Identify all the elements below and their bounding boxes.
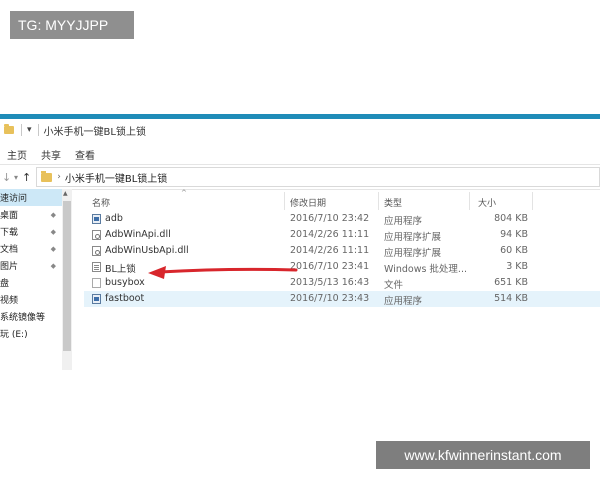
batch-file-icon — [92, 262, 101, 272]
column-headers: ^ 名称 修改日期 类型 大小 — [84, 189, 600, 211]
tab-view[interactable]: 查看 — [68, 147, 102, 162]
file-type: Windows 批处理... — [384, 264, 467, 275]
column-header-date[interactable]: 修改日期 — [290, 196, 326, 209]
title-divider — [37, 124, 39, 136]
column-divider[interactable] — [469, 192, 470, 210]
breadcrumb-current-folder[interactable]: 小米手机一键BL锁上锁 — [65, 170, 167, 185]
column-header-size[interactable]: 大小 — [478, 196, 496, 209]
sort-ascending-icon: ^ — [181, 189, 187, 197]
pin-icon: ◆ — [50, 261, 56, 270]
nav-item-label: 视频 — [0, 296, 19, 306]
folder-icon — [41, 170, 53, 182]
file-name: AdbWinUsbApi.dll — [105, 245, 189, 256]
nav-item-label: 桌面 — [0, 211, 19, 221]
file-date: 2013/5/13 16:43 — [290, 277, 370, 288]
column-divider[interactable] — [284, 192, 285, 210]
address-row: ↓ ▾ ↑ › 小米手机一键BL锁上锁 — [0, 165, 600, 190]
file-list: ^ 名称 修改日期 类型 大小 adb 2016/7/10 23:42 应用程序… — [84, 189, 600, 370]
column-divider[interactable] — [532, 192, 533, 210]
quick-access-dropdown-icon[interactable]: ▾ — [27, 125, 32, 135]
tab-share[interactable]: 共享 — [34, 147, 68, 162]
file-type: 应用程序 — [384, 216, 423, 227]
file-type: 应用程序扩展 — [384, 232, 442, 243]
file-date: 2014/2/26 11:11 — [290, 229, 370, 240]
file-size: 3 KB — [506, 261, 528, 272]
nav-item-label: 盘 — [0, 279, 10, 289]
file-size: 804 KB — [494, 213, 528, 224]
nav-item-label: 图片 — [0, 262, 19, 272]
up-arrow-icon[interactable]: ↑ — [22, 171, 31, 184]
pin-icon: ◆ — [50, 210, 56, 219]
tab-home[interactable]: 主页 — [0, 147, 34, 162]
file-row-adbwinusbapi[interactable]: AdbWinUsbApi.dll 2014/2/26 11:11 应用程序扩展 … — [84, 243, 600, 259]
file-type: 应用程序 — [384, 296, 423, 307]
title-divider — [21, 124, 22, 136]
watermark-text: www.kfwinnerinstant.com — [404, 447, 562, 463]
navigation-pane: 速访问 桌面 ◆ 下载 ◆ 文档 ◆ 图片 ◆ 盘 视频 系统镜像等 玩 (E:… — [0, 189, 72, 370]
file-size: 94 KB — [500, 229, 528, 240]
dll-file-icon — [92, 230, 101, 240]
file-type: 文件 — [384, 280, 404, 291]
file-size: 514 KB — [494, 293, 528, 304]
nav-item-label: 文档 — [0, 245, 19, 255]
scrollbar-thumb[interactable] — [63, 201, 71, 351]
nav-item-label: 系统镜像等 — [0, 313, 46, 323]
file-explorer-window: ▾ 小米手机一键BL锁上锁 主页 共享 查看 ↓ ▾ ↑ › 小米手机一键BL锁… — [0, 114, 600, 370]
nav-item-label: 玩 (E:) — [0, 330, 28, 340]
file-row-busybox[interactable]: busybox 2013/5/13 16:43 文件 651 KB — [84, 275, 600, 291]
file-date: 2014/2/26 11:11 — [290, 245, 370, 256]
recent-locations-chevron-icon[interactable]: ▾ — [14, 173, 18, 182]
nav-item-label: 下载 — [0, 228, 19, 238]
nav-item-label: 速访问 — [0, 194, 28, 204]
file-date: 2016/7/10 23:43 — [290, 293, 370, 304]
window-title: 小米手机一键BL锁上锁 — [43, 126, 146, 138]
file-name: AdbWinApi.dll — [105, 229, 171, 240]
file-name: adb — [105, 213, 123, 224]
tg-badge: TG: MYYJJPP — [10, 11, 134, 39]
file-size: 651 KB — [494, 277, 528, 288]
file-name: fastboot — [105, 293, 145, 304]
pin-icon: ◆ — [50, 227, 56, 236]
ribbon-tabs: 主页 共享 查看 — [0, 144, 600, 165]
breadcrumb-separator-icon[interactable]: › — [57, 172, 61, 182]
file-row-adbwinapi[interactable]: AdbWinApi.dll 2014/2/26 11:11 应用程序扩展 94 … — [84, 227, 600, 243]
folder-icon — [4, 124, 14, 134]
column-divider[interactable] — [378, 192, 379, 210]
file-row-bl-lock[interactable]: BL上锁 2016/7/10 23:41 Windows 批处理... 3 KB — [84, 259, 600, 275]
title-bar: ▾ 小米手机一键BL锁上锁 — [0, 119, 600, 141]
column-header-name[interactable]: 名称 — [92, 196, 110, 209]
file-type: 应用程序扩展 — [384, 248, 442, 259]
file-row-adb[interactable]: adb 2016/7/10 23:42 应用程序 804 KB — [84, 211, 600, 227]
application-icon — [92, 294, 101, 304]
file-row-fastboot[interactable]: fastboot 2016/7/10 23:43 应用程序 514 KB — [84, 291, 600, 307]
dll-file-icon — [92, 246, 101, 256]
file-date: 2016/7/10 23:42 — [290, 213, 370, 224]
navigation-scrollbar[interactable]: ▲ — [62, 189, 72, 370]
column-header-type[interactable]: 类型 — [384, 196, 402, 209]
forward-arrow-icon[interactable]: ↓ — [2, 171, 12, 184]
tg-badge-text: TG: MYYJJPP — [18, 17, 109, 33]
file-name: BL上锁 — [105, 264, 136, 275]
file-size: 60 KB — [500, 245, 528, 256]
pin-icon: ◆ — [50, 244, 56, 253]
file-date: 2016/7/10 23:41 — [290, 261, 370, 272]
site-watermark: www.kfwinnerinstant.com — [376, 441, 590, 469]
generic-file-icon — [92, 278, 101, 288]
file-name: busybox — [105, 277, 145, 288]
address-bar[interactable]: › 小米手机一键BL锁上锁 — [36, 167, 600, 187]
application-icon — [92, 214, 101, 224]
scroll-up-icon[interactable]: ▲ — [63, 190, 68, 197]
